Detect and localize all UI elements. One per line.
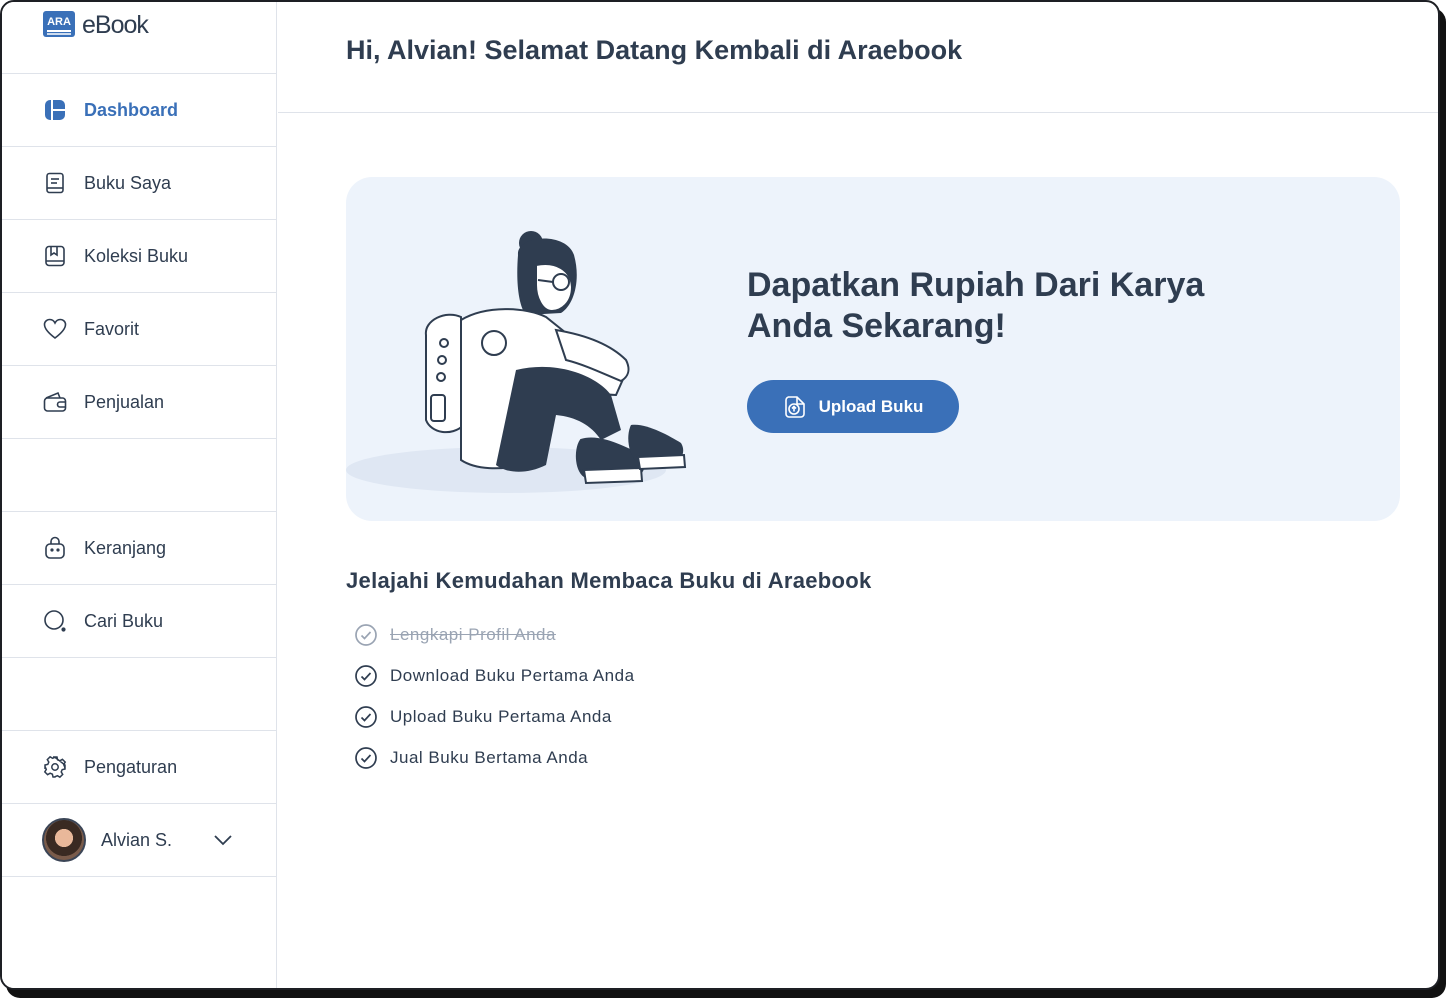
chevron-down-icon[interactable] <box>212 829 234 851</box>
heart-icon <box>42 316 68 342</box>
sidebar-item-label: Penjualan <box>84 391 165 412</box>
logo-mark-icon: ARA <box>43 11 75 37</box>
svg-text:ARA: ARA <box>47 16 71 28</box>
explore-title: Jelajahi Kemudahan Membaca Buku di Araeb… <box>346 568 872 593</box>
sidebar-item-buku-saya[interactable]: Buku Saya <box>2 147 276 220</box>
avatar[interactable] <box>42 818 86 862</box>
sidebar-item-label: Dashboard <box>84 99 179 120</box>
sidebar-spacer <box>2 658 276 731</box>
checklist-item[interactable]: Upload Buku Pertama Anda <box>354 696 635 737</box>
check-circle-icon <box>355 664 377 687</box>
upload-book-button[interactable]: Upload Buku <box>747 380 959 433</box>
checklist-item[interactable]: Lengkapi Profil Anda <box>354 614 635 655</box>
logo[interactable]: ARA eBook <box>2 2 276 74</box>
sidebar-item-dashboard[interactable]: Dashboard <box>2 74 276 147</box>
sidebar-item-pengaturan[interactable]: Pengaturan <box>2 731 276 804</box>
sidebar-item-label: Pengaturan <box>84 756 178 777</box>
main-content: Hi, Alvian! Selamat Datang Kembali di Ar… <box>278 2 1438 988</box>
sidebar-item-favorit[interactable]: Favorit <box>2 293 276 366</box>
sidebar-item-label: Cari Buku <box>84 610 164 631</box>
sidebar-item-label: Koleksi Buku <box>84 245 189 266</box>
bookmark-book-icon <box>42 243 68 269</box>
girl-sitting-illustration <box>424 231 687 485</box>
sidebar-spacer <box>2 439 276 512</box>
sidebar-item-cari-buku[interactable]: Cari Buku <box>2 585 276 658</box>
upload-book-button-label: Upload Buku <box>818 396 924 416</box>
sidebar-item-koleksi-buku[interactable]: Koleksi Buku <box>2 220 276 293</box>
user-menu[interactable]: Alvian S. <box>2 804 276 877</box>
checklist-item-label: Upload Buku Pertama Anda <box>390 706 612 726</box>
book-icon <box>42 170 68 196</box>
sidebar: ARA eBook Dashboard Buku Saya Koleksi Bu… <box>2 2 277 988</box>
check-circle-icon <box>355 705 377 728</box>
check-circle-icon <box>355 746 377 769</box>
sidebar-item-penjualan[interactable]: Penjualan <box>2 366 276 439</box>
logo-text: eBook <box>82 11 149 39</box>
dashboard-icon <box>42 97 68 123</box>
sidebar-item-label: Keranjang <box>84 537 167 558</box>
onboarding-checklist: Lengkapi Profil Anda Download Buku Perta… <box>354 614 635 778</box>
banner-title: Dapatkan Rupiah Dari Karya Anda Sekarang… <box>747 266 1205 345</box>
sidebar-item-label: Buku Saya <box>84 172 172 193</box>
check-circle-icon <box>355 623 377 646</box>
gear-icon <box>42 754 68 780</box>
sidebar-item-keranjang[interactable]: Keranjang <box>2 512 276 585</box>
upload-file-icon <box>784 395 805 418</box>
checklist-item[interactable]: Download Buku Pertama Anda <box>354 655 635 696</box>
checklist-item-label: Download Buku Pertama Anda <box>390 665 635 685</box>
checklist-item-label: Lengkapi Profil Anda <box>390 624 556 644</box>
search-icon <box>42 608 68 634</box>
checklist-item[interactable]: Jual Buku Bertama Anda <box>354 737 635 778</box>
promo-banner: Dapatkan Rupiah Dari Karya Anda Sekarang… <box>346 177 1400 521</box>
checklist-item-label: Jual Buku Bertama Anda <box>390 747 589 767</box>
app-window: ARA eBook Dashboard Buku Saya Koleksi Bu… <box>0 0 1440 990</box>
sidebar-item-label: Favorit <box>84 318 140 339</box>
shopping-bag-icon <box>42 535 68 561</box>
user-name: Alvian S. <box>101 829 173 850</box>
wallet-icon <box>42 389 68 415</box>
page-title: Hi, Alvian! Selamat Datang Kembali di Ar… <box>346 35 963 65</box>
page-header: Hi, Alvian! Selamat Datang Kembali di Ar… <box>278 2 1438 113</box>
